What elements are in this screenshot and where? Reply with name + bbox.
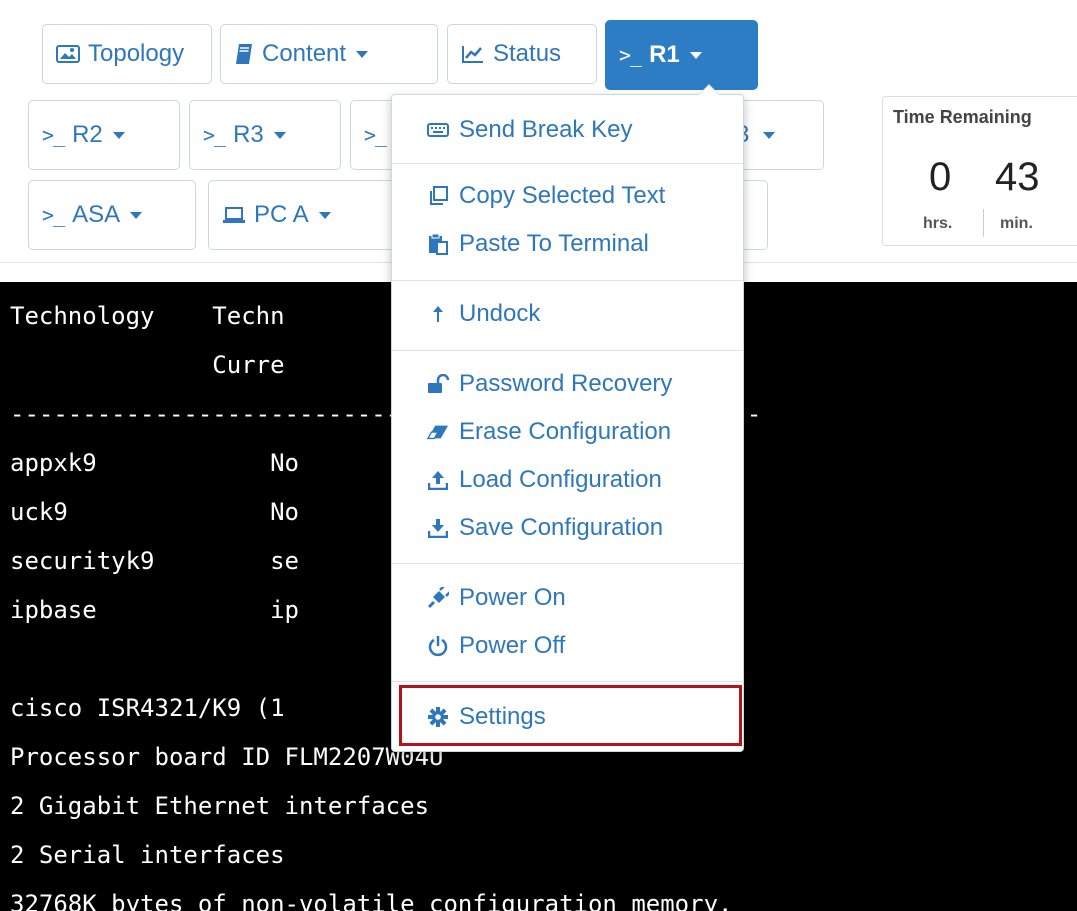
undock-arrow-icon	[427, 303, 449, 325]
image-icon	[56, 44, 80, 64]
r2-label: R2	[72, 121, 103, 148]
minutes-unit: min.	[1000, 215, 1033, 232]
menu-item-send-break-key[interactable]: Send Break Key	[392, 109, 743, 151]
pc-a-label: PC A	[254, 201, 309, 228]
time-remaining-panel: Time Remaining 0 43 hrs. min.	[882, 96, 1077, 246]
r1-device-button[interactable]: >_ R1	[605, 20, 758, 90]
menu-item-undock[interactable]: Undock	[392, 293, 743, 335]
book-icon	[234, 43, 254, 65]
laptop-icon	[222, 206, 246, 224]
r2-device-button[interactable]: >_ R2	[28, 100, 180, 170]
r3-device-button[interactable]: >_ R3	[189, 100, 341, 170]
asa-device-button[interactable]: >_ ASA	[28, 180, 196, 250]
menu-item-save-configuration[interactable]: Save Configuration	[392, 507, 743, 549]
topology-button[interactable]: Topology	[42, 24, 212, 84]
terminal-icon: >_	[619, 43, 642, 67]
menu-divider	[392, 681, 743, 682]
menu-divider	[392, 163, 743, 164]
menu-item-paste-to-terminal[interactable]: Paste To Terminal	[392, 223, 743, 265]
chevron-down-icon	[318, 211, 331, 219]
menu-item-power-on[interactable]: Power On	[392, 577, 743, 619]
chevron-down-icon	[763, 131, 775, 139]
timer-divider	[983, 209, 984, 237]
status-button[interactable]: Status	[447, 24, 597, 84]
chevron-down-icon	[689, 51, 702, 59]
chevron-down-icon	[130, 211, 143, 219]
hours-value: 0	[929, 155, 952, 199]
menu-item-power-off[interactable]: Power Off	[392, 625, 743, 667]
settings-highlight-box	[399, 685, 742, 746]
content-button[interactable]: Content	[220, 24, 438, 84]
keyboard-icon	[427, 119, 449, 141]
chevron-down-icon	[356, 50, 369, 58]
minutes-value: 43	[995, 155, 1040, 199]
terminal-icon: >_	[42, 203, 65, 227]
hours-unit: hrs.	[923, 215, 953, 232]
copy-icon	[427, 185, 449, 207]
menu-item-copy-selected-text[interactable]: Copy Selected Text	[392, 175, 743, 217]
unlock-icon	[427, 373, 449, 395]
terminal-icon: >_	[203, 123, 226, 147]
asa-label: ASA	[72, 201, 121, 228]
terminal-icon: >_	[364, 123, 387, 147]
menu-arrow-fill	[699, 85, 719, 95]
status-label: Status	[493, 40, 562, 67]
topology-label: Topology	[88, 40, 185, 67]
chevron-down-icon	[112, 131, 125, 139]
content-label: Content	[262, 40, 347, 67]
eraser-icon	[427, 421, 449, 443]
plug-icon	[427, 587, 449, 609]
menu-divider	[392, 350, 743, 351]
terminal-icon: >_	[42, 123, 65, 147]
upload-icon	[427, 469, 449, 491]
r1-dropdown-menu: Send Break Key Copy Selected Text Paste …	[391, 84, 744, 752]
download-icon	[427, 517, 449, 539]
r1-label: R1	[649, 41, 680, 68]
menu-divider	[392, 280, 743, 281]
chart-icon	[461, 44, 485, 64]
r3-label: R3	[233, 121, 264, 148]
time-remaining-title: Time Remaining	[893, 107, 1032, 127]
menu-divider	[392, 563, 743, 564]
menu-item-erase-configuration[interactable]: Erase Configuration	[392, 411, 743, 453]
paste-icon	[427, 233, 449, 255]
chevron-down-icon	[273, 131, 286, 139]
menu-item-load-configuration[interactable]: Load Configuration	[392, 459, 743, 501]
power-icon	[427, 635, 449, 657]
menu-item-password-recovery[interactable]: Password Recovery	[392, 363, 743, 405]
